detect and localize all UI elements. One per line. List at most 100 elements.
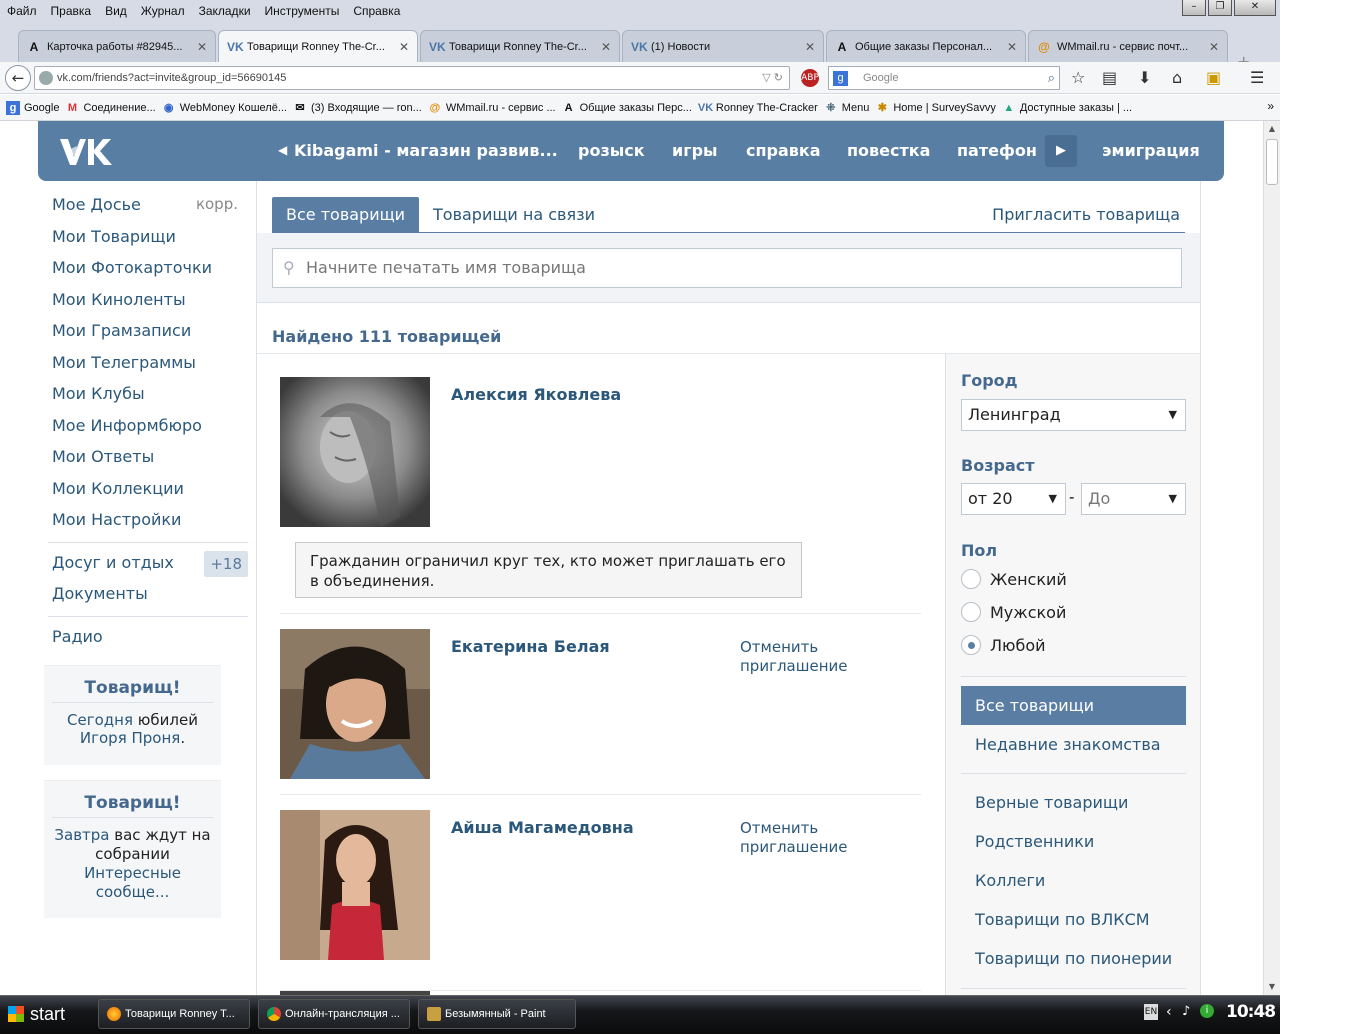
- topnav-agenda[interactable]: повестка: [847, 141, 930, 160]
- bookmark-item[interactable]: ✉ (3) Входящие — ron...: [293, 101, 421, 115]
- browser-tab[interactable]: VK (1) Новости ✕: [622, 30, 824, 62]
- right-caret-icon[interactable]: ▶: [1045, 135, 1077, 167]
- edit-link[interactable]: корр.: [196, 189, 238, 221]
- minimize-icon[interactable]: –: [1182, 0, 1206, 16]
- addon-icon[interactable]: ▣: [1206, 69, 1221, 87]
- bookmark-item[interactable]: VK Ronney The-Cracker: [698, 101, 818, 115]
- promo-link[interactable]: Завтра: [54, 826, 109, 844]
- radio-any[interactable]: Любой: [961, 634, 1046, 656]
- avatar[interactable]: [280, 810, 430, 960]
- tab-close-icon[interactable]: ✕: [1007, 40, 1017, 54]
- clipboard-icon[interactable]: ▤: [1102, 69, 1117, 87]
- home-icon[interactable]: ⌂: [1172, 69, 1182, 87]
- download-icon[interactable]: ⬇: [1138, 69, 1151, 87]
- cancel-invite-link[interactable]: Отменить приглашение: [740, 819, 890, 857]
- scroll-down-icon[interactable]: ▼: [1264, 979, 1280, 995]
- friend-name[interactable]: Айша Магамедовна: [451, 818, 634, 837]
- city-select[interactable]: Ленинград ▼: [961, 399, 1186, 431]
- menu-bookmarks[interactable]: Закладки: [192, 4, 258, 18]
- sidebar-item-news[interactable]: Мое Информбюро: [44, 410, 252, 442]
- search-icon[interactable]: ⌕: [1048, 67, 1055, 89]
- search-input[interactable]: g Google ⌕: [828, 66, 1060, 90]
- bell-icon[interactable]: ♪: [1182, 1004, 1190, 1019]
- restore-icon[interactable]: ❐: [1208, 0, 1232, 16]
- tab-online-friends[interactable]: Товарищи на связи: [419, 197, 609, 232]
- back-arrow-icon[interactable]: ←: [5, 65, 31, 91]
- star-icon[interactable]: ☆: [1071, 69, 1085, 87]
- friend-search-input[interactable]: ⚲ Начните печатать имя товарища: [272, 248, 1182, 288]
- bookmark-item[interactable]: ▲ Доступные заказы | ...: [1002, 101, 1132, 115]
- scrollbar[interactable]: ▲ ▼: [1263, 121, 1280, 995]
- avatar[interactable]: [280, 377, 430, 527]
- promo-link[interactable]: Игоря Проня: [80, 729, 180, 747]
- menu-icon[interactable]: ☰: [1250, 69, 1264, 87]
- menu-help[interactable]: Справка: [346, 4, 407, 18]
- filter-nav-best[interactable]: Верные товарищи: [961, 783, 1186, 822]
- url-bar[interactable]: vk.com/friends?act=invite&group_id=56690…: [34, 66, 790, 90]
- menu-history[interactable]: Журнал: [134, 4, 192, 18]
- age-to-select[interactable]: До ▼: [1081, 483, 1186, 515]
- cancel-invite-link[interactable]: Отменить приглашение: [740, 638, 890, 676]
- menu-edit[interactable]: Правка: [44, 4, 99, 18]
- friend-name[interactable]: Алексия Яковлева: [451, 385, 621, 404]
- scroll-thumb[interactable]: [1266, 139, 1278, 185]
- vk-logo[interactable]: [58, 135, 114, 167]
- radio-female[interactable]: Женский: [961, 568, 1067, 590]
- sidebar-item-messages[interactable]: Мои Телеграммы: [44, 347, 252, 379]
- bookmark-item[interactable]: ◉ WebMoney Кошелё...: [162, 101, 287, 115]
- reload-icon[interactable]: ▽ ↻: [762, 67, 783, 89]
- tab-close-icon[interactable]: ✕: [197, 40, 207, 54]
- browser-tab[interactable]: A Общие заказы Персонал... ✕: [826, 30, 1026, 62]
- sidebar-item-photos[interactable]: Мои Фотокарточки: [44, 252, 252, 284]
- invite-friend-link[interactable]: Пригласить товарища: [992, 197, 1180, 232]
- avatar[interactable]: [280, 629, 430, 779]
- close-window-icon[interactable]: ✕: [1234, 0, 1276, 16]
- browser-tab[interactable]: VK Товарищи Ronney The-Cr... ✕: [420, 30, 620, 62]
- browser-tab[interactable]: A Карточка работы #82945... ✕: [18, 30, 216, 62]
- chevron-right-icon[interactable]: »: [1267, 99, 1274, 113]
- clock[interactable]: 10:48: [1226, 1002, 1276, 1022]
- topnav-app[interactable]: Kibagami - магазин развив...: [294, 141, 558, 160]
- chevron-left-icon[interactable]: ‹: [1166, 1004, 1172, 1020]
- sidebar-item-collections[interactable]: Мои Коллекции: [44, 473, 252, 505]
- promo-link[interactable]: Интересные сообще...: [52, 864, 213, 902]
- info-icon[interactable]: i: [1200, 1004, 1214, 1018]
- filter-nav-colleagues[interactable]: Коллеги: [961, 861, 1186, 900]
- tab-close-icon[interactable]: ✕: [601, 40, 611, 54]
- topnav-search[interactable]: розыск: [578, 141, 645, 160]
- sidebar-item-documents[interactable]: Документы: [44, 578, 252, 610]
- filter-nav-all[interactable]: Все товарищи: [961, 686, 1186, 725]
- bookmark-item[interactable]: @ WMmail.ru - сервис ...: [428, 101, 555, 115]
- tab-all-friends[interactable]: Все товарищи: [272, 197, 420, 232]
- tab-close-icon[interactable]: ✕: [399, 40, 409, 54]
- filter-nav-recent[interactable]: Недавние знакомства: [961, 725, 1186, 764]
- menu-tools[interactable]: Инструменты: [258, 4, 347, 18]
- sidebar-item-audio[interactable]: Мои Грамзаписи: [44, 315, 252, 347]
- topnav-logout[interactable]: эмиграция: [1102, 141, 1200, 160]
- sidebar-item-leisure[interactable]: Досуг и отдых +18: [44, 547, 252, 579]
- menu-view[interactable]: Вид: [98, 4, 134, 18]
- scroll-up-icon[interactable]: ▲: [1264, 121, 1280, 137]
- radio-male[interactable]: Мужской: [961, 601, 1066, 623]
- browser-tab[interactable]: @ WMmail.ru - сервис почт... ✕: [1028, 30, 1228, 62]
- language-indicator[interactable]: EN: [1144, 1004, 1158, 1020]
- topnav-help[interactable]: справка: [746, 141, 821, 160]
- menu-file[interactable]: Файл: [0, 4, 44, 18]
- tab-close-icon[interactable]: ✕: [805, 40, 815, 54]
- friend-name[interactable]: Екатерина Белая: [451, 637, 610, 656]
- promo-link[interactable]: Сегодня: [67, 711, 133, 729]
- filter-nav-relatives[interactable]: Родственники: [961, 822, 1186, 861]
- start-button[interactable]: start: [0, 998, 90, 1030]
- adblock-icon[interactable]: ABP: [801, 69, 819, 87]
- taskbar-item[interactable]: Безымянный - Paint: [418, 999, 576, 1029]
- browser-tab-active[interactable]: VK Товарищи Ronney The-Cr... ✕: [218, 30, 418, 62]
- taskbar-item[interactable]: Онлайн-трансляция ...: [258, 999, 410, 1029]
- bookmark-item[interactable]: ⁜ Menu: [824, 101, 869, 115]
- sidebar-item-settings[interactable]: Мои Настройки: [44, 504, 252, 536]
- bookmark-item[interactable]: M Соединение...: [65, 101, 156, 115]
- bookmark-item[interactable]: ✱ Home | SurveySavvy: [875, 101, 996, 115]
- sidebar-item-answers[interactable]: Мои Ответы: [44, 441, 252, 473]
- topnav-games[interactable]: игры: [672, 141, 718, 160]
- sidebar-item-friends[interactable]: Мои Товарищи: [44, 221, 252, 253]
- bookmark-item[interactable]: A Общие заказы Перс...: [562, 101, 692, 115]
